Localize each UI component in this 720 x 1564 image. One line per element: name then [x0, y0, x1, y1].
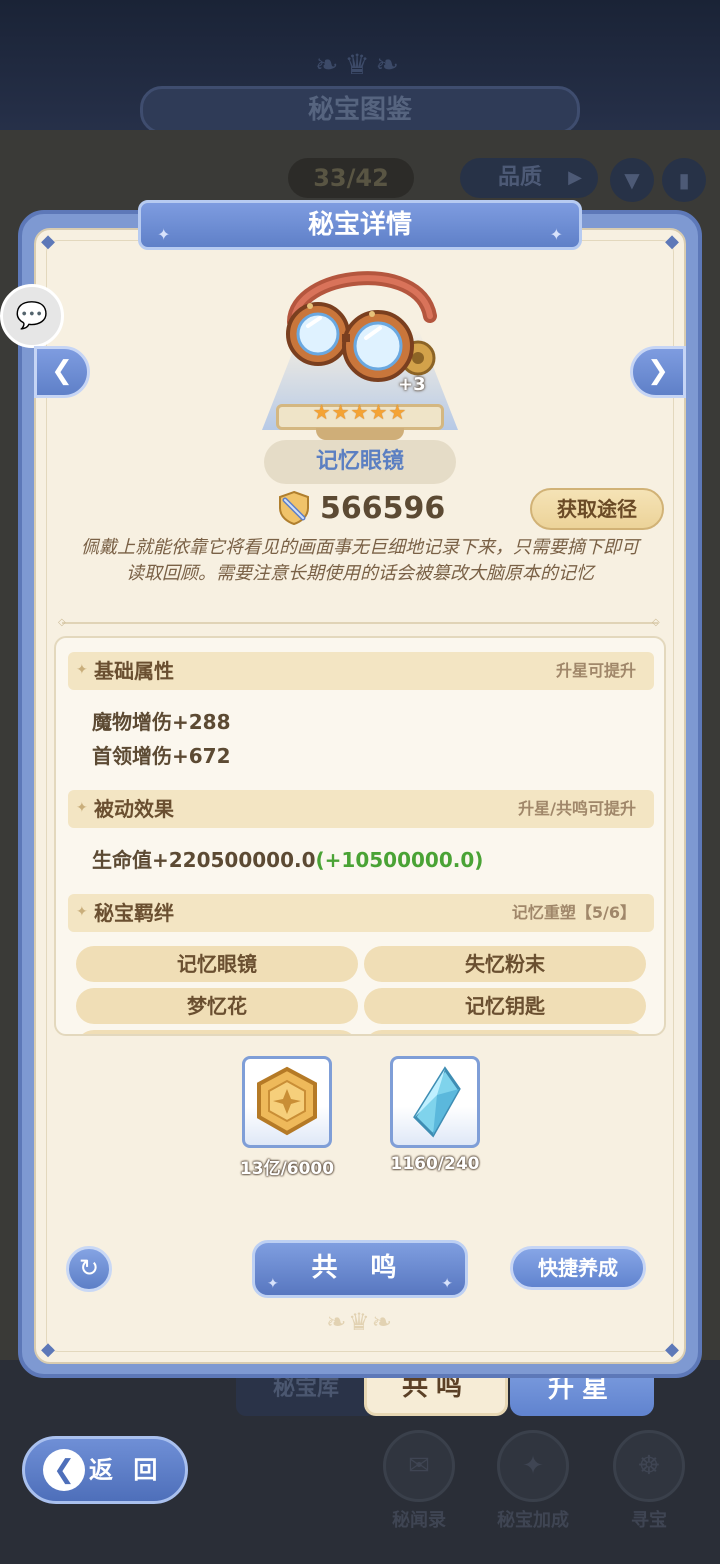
enhance-level: +3	[398, 374, 426, 395]
nav-secret-records-label: 秘闻录	[392, 1510, 446, 1531]
section-title: 被动效果	[94, 797, 174, 821]
star-rating: ★★★★★	[312, 400, 408, 424]
corner-ornament-icon: ◆	[41, 231, 55, 252]
collection-count: 33/42	[288, 158, 414, 198]
item-name: 记忆眼镜	[264, 440, 456, 484]
section-hint: 升星可提升	[555, 661, 636, 680]
section-base-attributes: ✦ 基础属性 升星可提升	[68, 652, 654, 690]
chevron-left-icon: ❮	[51, 356, 73, 386]
divider	[62, 622, 658, 624]
chevron-right-icon: ❯	[647, 356, 669, 386]
chat-bubble-icon[interactable]: 💬	[0, 284, 64, 348]
scroll-icon: ✉	[383, 1430, 455, 1502]
back-button-label: 返 回	[89, 1456, 164, 1484]
sparkle-icon: ✦	[497, 1430, 569, 1502]
passive-stat: 生命值+220500000.0(+10500000.0)	[92, 844, 483, 873]
sparkle-icon: ✦	[549, 225, 563, 244]
corner-ornament-icon: ◆	[665, 231, 679, 252]
bond-item[interactable]: 失忆粉末	[364, 946, 646, 982]
book-icon[interactable]: ▮	[662, 158, 706, 202]
next-item-button[interactable]: ❯	[630, 346, 686, 398]
corner-ornament-icon: ◆	[41, 1339, 55, 1360]
refresh-icon[interactable]: ↻	[66, 1246, 112, 1292]
chevron-right-icon: ▶	[568, 167, 582, 188]
blue-crystal-icon	[413, 1066, 461, 1138]
quality-filter-label: 品质	[498, 165, 543, 190]
resonance-button[interactable]: ✦ 共 鸣 ✦	[252, 1240, 468, 1298]
sparkle-icon: ✦	[441, 1276, 453, 1292]
bond-item[interactable]: 记忆眼镜	[76, 946, 358, 982]
divider-dot-icon: ◇	[652, 617, 660, 628]
item-description: 佩戴上就能依靠它将看见的画面事无巨细地记录下来，只需要摘下即可读取回顾。需要注意…	[81, 537, 639, 584]
bond-item[interactable]: 梦忆花	[76, 988, 358, 1024]
material-count: 1160/240	[390, 1154, 480, 1174]
bond-item-partial	[364, 1030, 646, 1034]
passive-stat-value: 生命值+220500000.0	[92, 848, 316, 872]
shield-sword-icon	[279, 490, 309, 526]
section-passive-effects: ✦ 被动效果 升星/共鸣可提升	[68, 790, 654, 828]
sparkle-icon: ✦	[267, 1276, 279, 1292]
section-hint: 记忆重塑【5/6】	[511, 903, 636, 922]
divider-dot-icon: ◇	[58, 617, 66, 628]
nav-treasure-hunt-label: 寻宝	[631, 1510, 667, 1531]
quality-filter-button[interactable]: 品质 ▶	[460, 158, 598, 198]
nav-secret-records[interactable]: ✉ 秘闻录	[374, 1430, 464, 1531]
section-bonds: ✦ 秘宝羁绊 记忆重塑【5/6】	[68, 894, 654, 932]
dialog-title: ✦ 秘宝详情 ✦	[138, 200, 582, 250]
section-hint: 升星/共鸣可提升	[518, 799, 636, 818]
material-count: 13亿/6000	[239, 1159, 335, 1179]
back-arrow-icon: ❮	[43, 1449, 85, 1491]
compass-icon: ☸	[613, 1430, 685, 1502]
passive-stat-bonus: (+10500000.0)	[315, 848, 484, 872]
sparkle-icon: ✦	[76, 662, 88, 678]
item-pedestal-base	[316, 428, 404, 440]
section-title: 秘宝羁绊	[94, 901, 174, 925]
header-ornament: ❧♛❧	[314, 48, 406, 81]
nav-treasure-hunt[interactable]: ☸ 寻宝	[604, 1430, 694, 1531]
filter-icon[interactable]: ▼	[610, 158, 654, 202]
bond-item[interactable]: 记忆钥匙	[364, 988, 646, 1024]
background-title: 秘宝图鉴	[140, 86, 580, 134]
nav-treasure-bonus[interactable]: ✦ 秘宝加成	[488, 1430, 578, 1531]
source-button[interactable]: 获取途径	[530, 488, 664, 530]
gold-coin-icon	[257, 1066, 317, 1136]
sparkle-icon: ✦	[157, 225, 171, 244]
material-slot-crystal[interactable]	[390, 1056, 480, 1148]
footer-ornament: ❧♛❧	[326, 1308, 394, 1336]
bond-item-partial	[76, 1030, 358, 1034]
quick-cultivate-button[interactable]: 快捷养成	[510, 1246, 646, 1290]
material-slot-gold[interactable]	[242, 1056, 332, 1148]
stat-line: 首领增伤+672	[92, 744, 231, 768]
sparkle-icon: ✦	[76, 904, 88, 920]
power-value: 566596	[320, 491, 446, 526]
sparkle-icon: ✦	[76, 800, 88, 816]
stat-line: 魔物增伤+288	[92, 710, 231, 734]
section-title: 基础属性	[94, 659, 174, 683]
attribute-panel[interactable]: ✦ 基础属性 升星可提升 魔物增伤+288 首领增伤+672 ✦ 被动效果 升星…	[54, 636, 666, 1036]
resonance-button-label: 共 鸣	[311, 1253, 409, 1283]
back-button[interactable]: ❮ 返 回	[22, 1436, 188, 1504]
corner-ornament-icon: ◆	[665, 1339, 679, 1360]
nav-treasure-bonus-label: 秘宝加成	[497, 1510, 569, 1531]
prev-item-button[interactable]: ❮	[34, 346, 90, 398]
dialog-title-text: 秘宝详情	[307, 210, 412, 240]
